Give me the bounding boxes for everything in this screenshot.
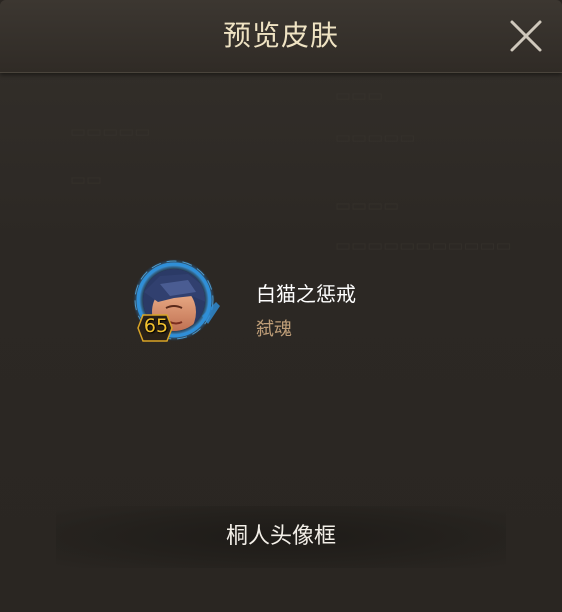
background-ghost-text: ▭▭▭▭▭ (335, 128, 416, 148)
skin-name: 白猫之惩戒 (256, 282, 356, 306)
hero-level: 65 (143, 315, 169, 337)
close-button[interactable] (504, 14, 548, 58)
background-ghost-text: ▭▭▭▭▭ (70, 122, 151, 142)
preview-skin-dialog: ▭▭▭▭▭ ▭▭ ▭▭▭ ▭▭▭▭▭ ▭▭▭▭ ▭▭▭▭▭▭▭▭▭▭▭ 预览皮肤 (0, 0, 562, 612)
close-icon (510, 20, 542, 52)
avatar-frame-label: 桐人头像框 (225, 524, 336, 549)
background-ghost-text: ▭▭ (70, 170, 103, 190)
background-ghost-text: ▭▭▭ (335, 86, 384, 106)
background-ghost-text: ▭▭▭▭ (335, 196, 400, 216)
dialog-title: 预览皮肤 (222, 19, 339, 52)
hero-name: 弑魂 (256, 319, 292, 340)
background-ghost-text: ▭▭▭▭▭▭▭▭▭▭▭ (335, 236, 512, 256)
dialog-header: 预览皮肤 (0, 0, 562, 73)
avatar-frame-button[interactable]: 桐人头像框 (56, 506, 506, 568)
